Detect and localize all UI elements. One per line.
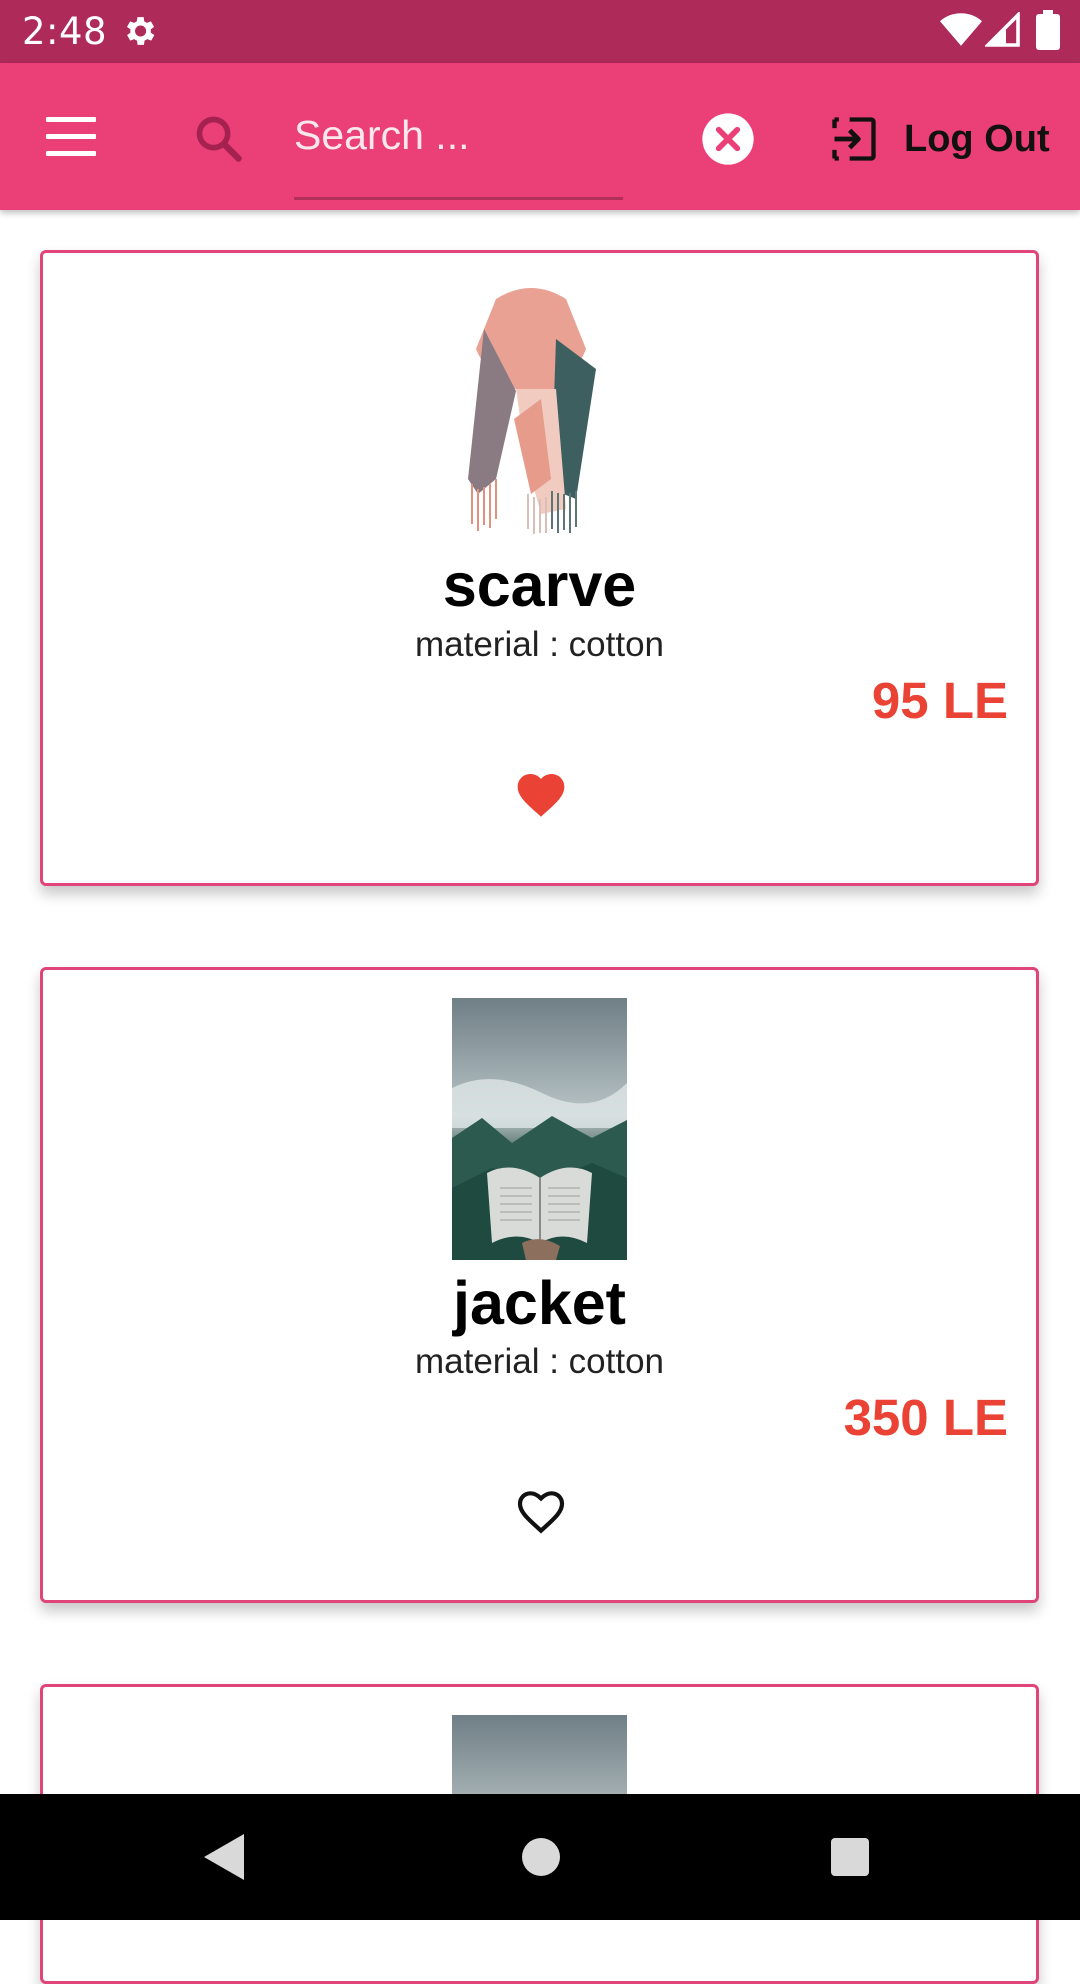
recents-icon[interactable] bbox=[831, 1838, 869, 1876]
wifi-icon bbox=[940, 13, 982, 46]
book-forest-photo bbox=[452, 1715, 627, 1805]
product-material: material : cotton bbox=[415, 1342, 664, 1381]
battery-icon bbox=[1036, 10, 1060, 50]
navigation-bar bbox=[0, 1794, 1080, 1920]
heart-filled-icon[interactable] bbox=[513, 767, 569, 823]
search-underline bbox=[294, 197, 623, 200]
search-icon bbox=[196, 116, 242, 162]
app-bar: Log Out bbox=[0, 63, 1080, 210]
close-circle-icon[interactable] bbox=[700, 111, 756, 167]
status-time: 2:48 bbox=[22, 10, 108, 53]
product-price: 350 LE bbox=[843, 1389, 1008, 1446]
home-icon[interactable] bbox=[522, 1838, 560, 1876]
logout-label: Log Out bbox=[904, 117, 1050, 160]
gear-icon bbox=[126, 17, 155, 45]
book-forest-photo bbox=[452, 998, 627, 1260]
product-card[interactable]: scarve material : cotton 95 LE bbox=[40, 250, 1039, 886]
search-input[interactable] bbox=[294, 103, 622, 167]
logout-button[interactable]: Log Out bbox=[828, 111, 1050, 167]
product-material: material : cotton bbox=[415, 625, 664, 664]
product-price: 95 LE bbox=[871, 672, 1008, 729]
menu-icon[interactable] bbox=[46, 117, 98, 157]
product-name: scarve bbox=[442, 551, 637, 619]
scarf-photo bbox=[456, 279, 606, 539]
logout-icon bbox=[832, 117, 876, 161]
status-bar: 2:48 bbox=[0, 0, 1080, 63]
product-name: jacket bbox=[453, 1269, 626, 1337]
product-card[interactable]: jacket material : cotton 350 LE bbox=[40, 967, 1039, 1603]
signal-icon bbox=[985, 12, 1020, 47]
back-icon[interactable] bbox=[204, 1834, 244, 1880]
heart-outline-icon[interactable] bbox=[513, 1484, 569, 1540]
